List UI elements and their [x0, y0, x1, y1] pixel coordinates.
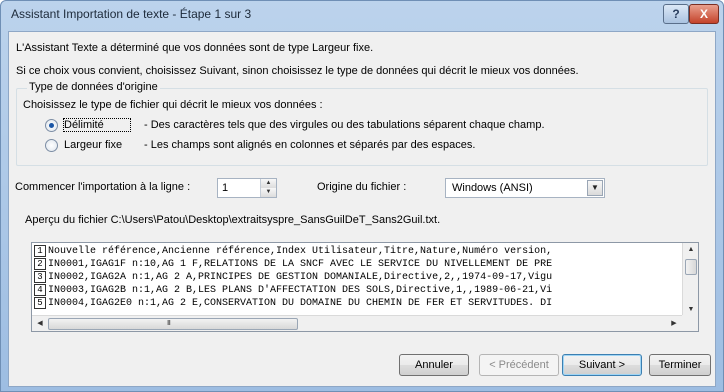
scroll-right-icon[interactable]: ▶: [666, 317, 682, 331]
intro-line-2: Si ce choix vous convient, choisissez Su…: [16, 65, 579, 77]
next-button-label: Suivant >: [578, 359, 626, 371]
previous-button[interactable]: < Précédent: [479, 354, 559, 376]
radio-label-fixed-width[interactable]: Largeur fixe: [64, 139, 130, 151]
radio-option-fixed-width[interactable]: Largeur fixe - Les champs sont alignés e…: [45, 137, 475, 153]
preview-text-area[interactable]: 1 Nouvelle référence,Ancienne référence,…: [32, 245, 682, 317]
previous-button-label: < Précédent: [489, 359, 549, 371]
next-button[interactable]: Suivant >: [562, 354, 642, 376]
row-text: IN0003,IGAG2B n:1,AG 2 B,LES PLANS D'AFF…: [48, 285, 553, 296]
radio-button-fixed-width[interactable]: [45, 138, 58, 152]
help-button[interactable]: ?: [663, 4, 689, 24]
radio-option-delimited[interactable]: Délimité - Des caractères tels que des v…: [45, 117, 545, 133]
help-icon: ?: [672, 7, 680, 21]
scroll-corner: [682, 315, 698, 331]
scroll-grip-icon: III: [167, 320, 171, 327]
radio-description-delimited: - Des caractères tels que des virgules o…: [144, 119, 545, 131]
cancel-button[interactable]: Annuler: [399, 354, 469, 376]
start-row-value[interactable]: 1: [222, 182, 228, 194]
horizontal-scroll-thumb[interactable]: III: [48, 318, 298, 330]
spinner-down-icon[interactable]: ▼: [261, 188, 276, 197]
file-preview[interactable]: 1 Nouvelle référence,Ancienne référence,…: [31, 242, 699, 332]
row-number: 5: [34, 297, 46, 309]
radio-label-delimited[interactable]: Délimité: [63, 118, 131, 132]
row-number: 1: [34, 245, 46, 257]
file-origin-select[interactable]: Windows (ANSI) ▼: [445, 178, 605, 198]
start-row-spinner[interactable]: 1 ▲ ▼: [217, 178, 277, 198]
intro-line-1: L'Assistant Texte a déterminé que vos do…: [16, 42, 374, 54]
preview-label: Aperçu du fichier C:\Users\Patou\Desktop…: [25, 214, 441, 226]
close-icon: X: [699, 7, 708, 21]
preview-row: 1 Nouvelle référence,Ancienne référence,…: [32, 245, 682, 258]
spinner-up-icon[interactable]: ▲: [261, 179, 276, 188]
row-number: 4: [34, 284, 46, 296]
radio-button-delimited[interactable]: [45, 118, 58, 132]
file-origin-value[interactable]: Windows (ANSI): [452, 182, 533, 194]
horizontal-scrollbar[interactable]: ◀ III ▶: [32, 315, 682, 331]
data-type-instruction: Choisissez le type de fichier qui décrit…: [23, 99, 323, 111]
vertical-scroll-thumb[interactable]: [685, 259, 697, 275]
preview-row: 3 IN0002,IGAG2A n:1,AG 2 A,PRINCIPES DE …: [32, 271, 682, 284]
start-row-label: Commencer l'importation à la ligne :: [15, 181, 191, 193]
row-text: IN0004,IGAG2E0 n:1,AG 2 E,CONSERVATION D…: [48, 298, 553, 309]
radio-description-fixed-width: - Les champs sont alignés en colonnes et…: [144, 139, 476, 151]
preview-row: 4 IN0003,IGAG2B n:1,AG 2 B,LES PLANS D'A…: [32, 284, 682, 297]
file-origin-label: Origine du fichier :: [317, 181, 407, 193]
dialog-content: L'Assistant Texte a déterminé que vos do…: [8, 31, 716, 387]
preview-row: 2 IN0001,IGAG1F n:10,AG 1 F,RELATIONS DE…: [32, 258, 682, 271]
row-text: IN0002,IGAG2A n:1,AG 2 A,PRINCIPES DE GE…: [48, 272, 553, 283]
dropdown-arrow-icon[interactable]: ▼: [587, 180, 603, 196]
finish-button[interactable]: Terminer: [649, 354, 711, 376]
row-number: 2: [34, 258, 46, 270]
finish-button-label: Terminer: [658, 359, 702, 371]
title-bar[interactable]: Assistant Importation de texte - Étape 1…: [1, 1, 723, 29]
group-title: Type de données d'origine: [27, 81, 160, 93]
window-title: Assistant Importation de texte - Étape 1…: [11, 7, 252, 21]
scroll-left-icon[interactable]: ◀: [32, 317, 48, 331]
data-type-group: Type de données d'origine Choisissez le …: [16, 81, 708, 166]
spinner-buttons[interactable]: ▲ ▼: [260, 179, 276, 197]
scroll-up-icon[interactable]: ▲: [683, 243, 699, 257]
cancel-button-label: Annuler: [415, 359, 453, 371]
dialog-window: Assistant Importation de texte - Étape 1…: [0, 0, 724, 392]
close-button[interactable]: X: [689, 4, 719, 24]
vertical-scrollbar[interactable]: ▲ ▼: [682, 243, 698, 317]
row-text: IN0001,IGAG1F n:10,AG 1 F,RELATIONS DE L…: [48, 259, 553, 270]
preview-row: 5 IN0004,IGAG2E0 n:1,AG 2 E,CONSERVATION…: [32, 297, 682, 310]
row-number: 3: [34, 271, 46, 283]
row-text: Nouvelle référence,Ancienne référence,In…: [48, 246, 553, 257]
